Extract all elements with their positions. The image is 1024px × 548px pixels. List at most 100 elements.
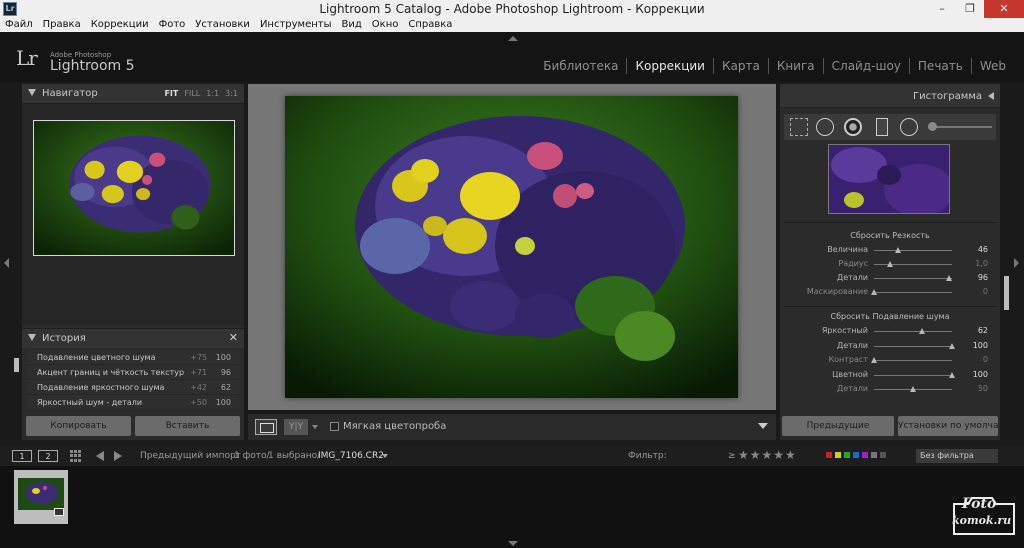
slider-track[interactable] <box>871 289 952 295</box>
reset-defaults-button[interactable]: Установки по умолчанию... <box>898 416 998 436</box>
graduated-filter-icon[interactable] <box>876 118 888 136</box>
menu-file[interactable]: Файл <box>0 18 38 32</box>
filter-preset-select[interactable]: Без фильтра <box>916 449 998 463</box>
slider-value[interactable]: 46 <box>978 245 988 254</box>
menu-photo[interactable]: Фото <box>154 18 191 32</box>
clear-history-icon[interactable]: ✕ <box>229 331 238 344</box>
module-map[interactable]: Карта <box>712 58 768 74</box>
zoom-3-1[interactable]: 3:1 <box>225 89 238 98</box>
slider-thumb[interactable] <box>871 357 877 363</box>
restore-button[interactable]: ❐ <box>956 0 984 18</box>
slider-value[interactable]: 100 <box>973 341 988 350</box>
slider-thumb[interactable] <box>871 289 877 295</box>
bottom-panel-toggle-icon[interactable] <box>508 541 518 546</box>
navigator-header[interactable]: Навигатор FIT FILL 1:1 3:1 <box>22 84 244 104</box>
filename-dropdown-icon[interactable] <box>382 454 388 458</box>
histogram-header[interactable]: Гистограмма <box>780 84 1000 108</box>
color-label-swatch[interactable] <box>862 452 868 458</box>
rating-stars-filter[interactable]: ★★★★★ <box>738 448 797 462</box>
slider-row[interactable]: Детали 100 <box>780 340 1000 352</box>
detail-zoom-preview[interactable] <box>828 144 950 214</box>
slider-thumb[interactable] <box>949 342 955 349</box>
menu-develop[interactable]: Коррекции <box>86 18 154 32</box>
slider-value[interactable]: 0 <box>983 287 988 296</box>
soft-proof-checkbox[interactable] <box>330 422 339 431</box>
navigator-thumbnail[interactable] <box>33 120 235 256</box>
slider-row[interactable]: Контраст 0 <box>780 354 1000 366</box>
radial-filter-icon[interactable] <box>900 118 918 136</box>
collapse-triangle-icon[interactable] <box>988 92 994 100</box>
primary-window-button[interactable]: 1 <box>12 450 32 462</box>
slider-thumb[interactable] <box>945 275 952 281</box>
spot-removal-icon[interactable] <box>816 118 834 136</box>
slider-thumb[interactable] <box>949 371 955 378</box>
module-print[interactable]: Печать <box>908 58 971 74</box>
slider-row[interactable]: Величина 46 <box>780 244 1000 256</box>
color-label-swatch[interactable] <box>871 452 877 458</box>
module-book[interactable]: Книга <box>767 58 823 74</box>
color-label-swatch[interactable] <box>826 452 832 458</box>
previous-settings-button[interactable]: Предыдущие <box>782 416 894 436</box>
left-panel-scrollbar[interactable] <box>14 358 19 372</box>
secondary-window-button[interactable]: 2 <box>38 450 58 462</box>
history-header[interactable]: История ✕ <box>22 328 244 348</box>
zoom-1-1[interactable]: 1:1 <box>206 89 219 98</box>
history-item[interactable]: Подавление цветного шума +75 100 <box>27 350 239 365</box>
slider-row[interactable]: Радиус 1,0 <box>780 258 1000 270</box>
module-library[interactable]: Библиотека <box>535 58 626 74</box>
slider-value[interactable]: 1,0 <box>975 259 988 268</box>
right-panel-toggle-icon[interactable] <box>1014 258 1019 268</box>
slider-value[interactable]: 100 <box>973 370 988 379</box>
zoom-fill[interactable]: FILL <box>184 89 200 98</box>
toolbar-menu-icon[interactable] <box>758 423 768 429</box>
before-after-dropdown-icon[interactable] <box>312 425 318 429</box>
main-photo[interactable] <box>285 96 738 398</box>
adjustment-brush-slider[interactable] <box>928 122 992 131</box>
zoom-fit[interactable]: FIT <box>164 89 178 98</box>
slider-track[interactable] <box>874 275 952 281</box>
module-web[interactable]: Web <box>970 58 1014 74</box>
color-label-swatch[interactable] <box>880 452 886 458</box>
menu-help[interactable]: Справка <box>403 18 457 32</box>
slider-row[interactable]: Цветной 100 <box>780 369 1000 381</box>
slider-track[interactable] <box>874 371 955 378</box>
slider-thumb[interactable] <box>919 328 926 334</box>
red-eye-icon[interactable] <box>844 118 862 136</box>
color-label-filter[interactable] <box>826 452 886 458</box>
copy-button[interactable]: Копировать <box>26 416 131 436</box>
collapse-triangle-icon[interactable] <box>28 334 36 341</box>
right-panel-scrollbar[interactable] <box>1004 276 1009 310</box>
slider-row[interactable]: Маскирование 0 <box>780 286 1000 298</box>
source-label[interactable]: Предыдущий импорт <box>140 451 241 461</box>
menu-view[interactable]: Вид <box>337 18 367 32</box>
slider-thumb[interactable] <box>895 247 902 253</box>
close-button[interactable]: ✕ <box>984 0 1024 18</box>
history-item[interactable]: Яркостный шум - детали +50 100 <box>27 395 239 410</box>
filename-label[interactable]: IMG_7106.CR2 <box>318 451 384 461</box>
menu-tools[interactable]: Инструменты <box>255 18 337 32</box>
sharpening-reset-title[interactable]: Сбросить Резкость <box>780 231 1000 240</box>
color-label-swatch[interactable] <box>853 452 859 458</box>
slider-row[interactable]: Детали 50 <box>780 383 1000 395</box>
menu-edit[interactable]: Правка <box>38 18 86 32</box>
history-item[interactable]: Подавление яркостного шума +42 62 <box>27 380 239 395</box>
paste-button[interactable]: Вставить <box>135 416 240 436</box>
module-develop[interactable]: Коррекции <box>626 58 713 74</box>
collapse-triangle-icon[interactable] <box>28 89 36 96</box>
crop-tool-icon[interactable] <box>790 118 808 136</box>
slider-value[interactable]: 62 <box>978 326 988 335</box>
module-slideshow[interactable]: Слайд-шоу <box>822 58 909 74</box>
slider-track[interactable] <box>871 357 952 363</box>
color-label-swatch[interactable] <box>835 452 841 458</box>
left-panel-toggle-icon[interactable] <box>4 258 9 268</box>
rating-operator[interactable]: ≥ <box>728 451 736 461</box>
color-label-swatch[interactable] <box>844 452 850 458</box>
forward-arrow-icon[interactable] <box>114 451 122 461</box>
filmstrip-thumbnail[interactable] <box>14 470 68 524</box>
top-panel-toggle-icon[interactable] <box>508 36 518 41</box>
noise-reduction-reset-title[interactable]: Сбросить Подавление шума <box>780 312 1000 321</box>
slider-thumb[interactable] <box>886 261 893 267</box>
slider-value[interactable]: 96 <box>978 273 988 282</box>
slider-thumb[interactable] <box>910 386 916 392</box>
slider-row[interactable]: Яркостный 62 <box>780 325 1000 337</box>
